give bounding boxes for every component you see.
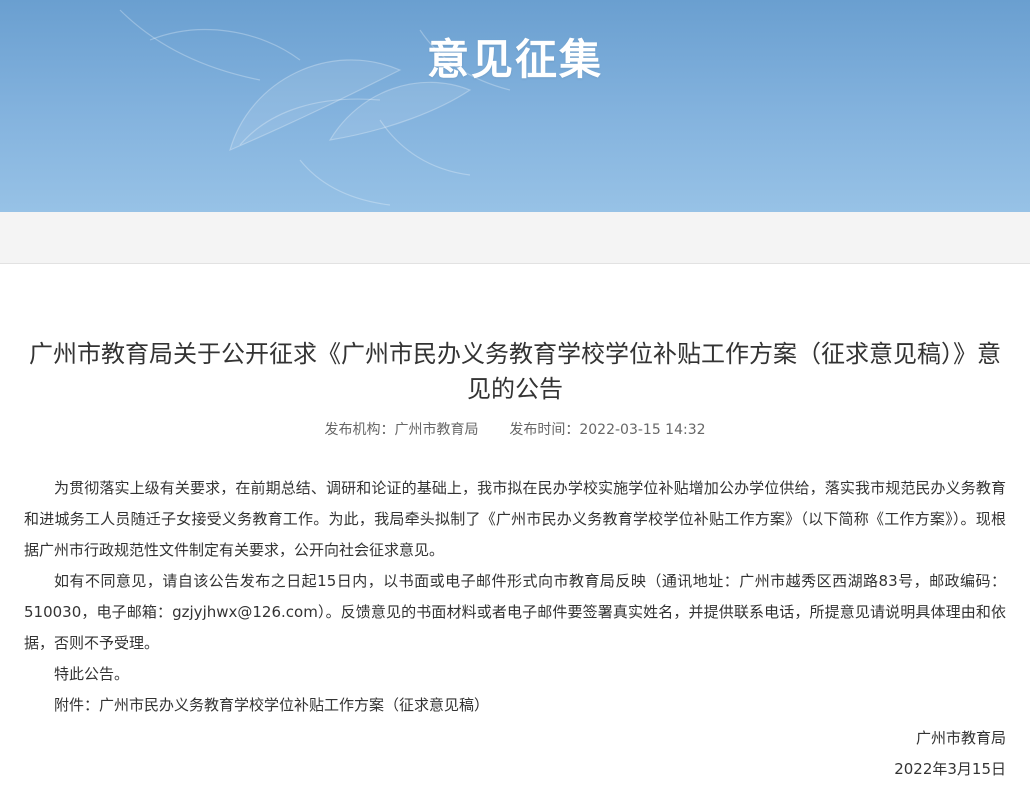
publish-time-value: 2022-03-15 14:32 xyxy=(579,422,706,438)
article-body: 为贯彻落实上级有关要求，在前期总结、调研和论证的基础上，我市拟在民办学校实施学位… xyxy=(24,473,1006,721)
article-title: 广州市教育局关于公开征求《广州市民办义务教育学校学位补贴工作方案（征求意见稿）》… xyxy=(29,340,1001,403)
signature-date: 2022年3月15日 xyxy=(894,760,1006,778)
publisher-label: 发布机构： xyxy=(324,422,395,438)
attachment-link[interactable]: 附件：广州市民办义务教育学校学位补贴工作方案（征求意见稿） xyxy=(24,690,1006,721)
secondary-nav-bar xyxy=(0,212,1030,264)
article: 广州市教育局关于公开征求《广州市民办义务教育学校学位补贴工作方案（征求意见稿）》… xyxy=(0,337,1030,785)
signature-org: 广州市教育局 xyxy=(915,729,1006,747)
banner-title: 意见征集 xyxy=(426,35,603,84)
publisher-value: 广州市教育局 xyxy=(394,422,479,438)
body-paragraph: 为贯彻落实上级有关要求，在前期总结、调研和论证的基础上，我市拟在民办学校实施学位… xyxy=(24,479,1006,559)
signature-block: 广州市教育局 2022年3月15日 xyxy=(24,723,1006,785)
page-banner: 意见征集 xyxy=(0,0,1030,212)
body-paragraph: 如有不同意见，请自该公告发布之日起15日内，以书面或电子邮件形式向市教育局反映（… xyxy=(24,572,1006,652)
article-meta: 发布机构：广州市教育局 发布时间：2022-03-15 14:32 xyxy=(24,419,1006,439)
publish-time-label: 发布时间： xyxy=(509,422,580,438)
body-paragraph: 特此公告。 xyxy=(54,665,130,683)
